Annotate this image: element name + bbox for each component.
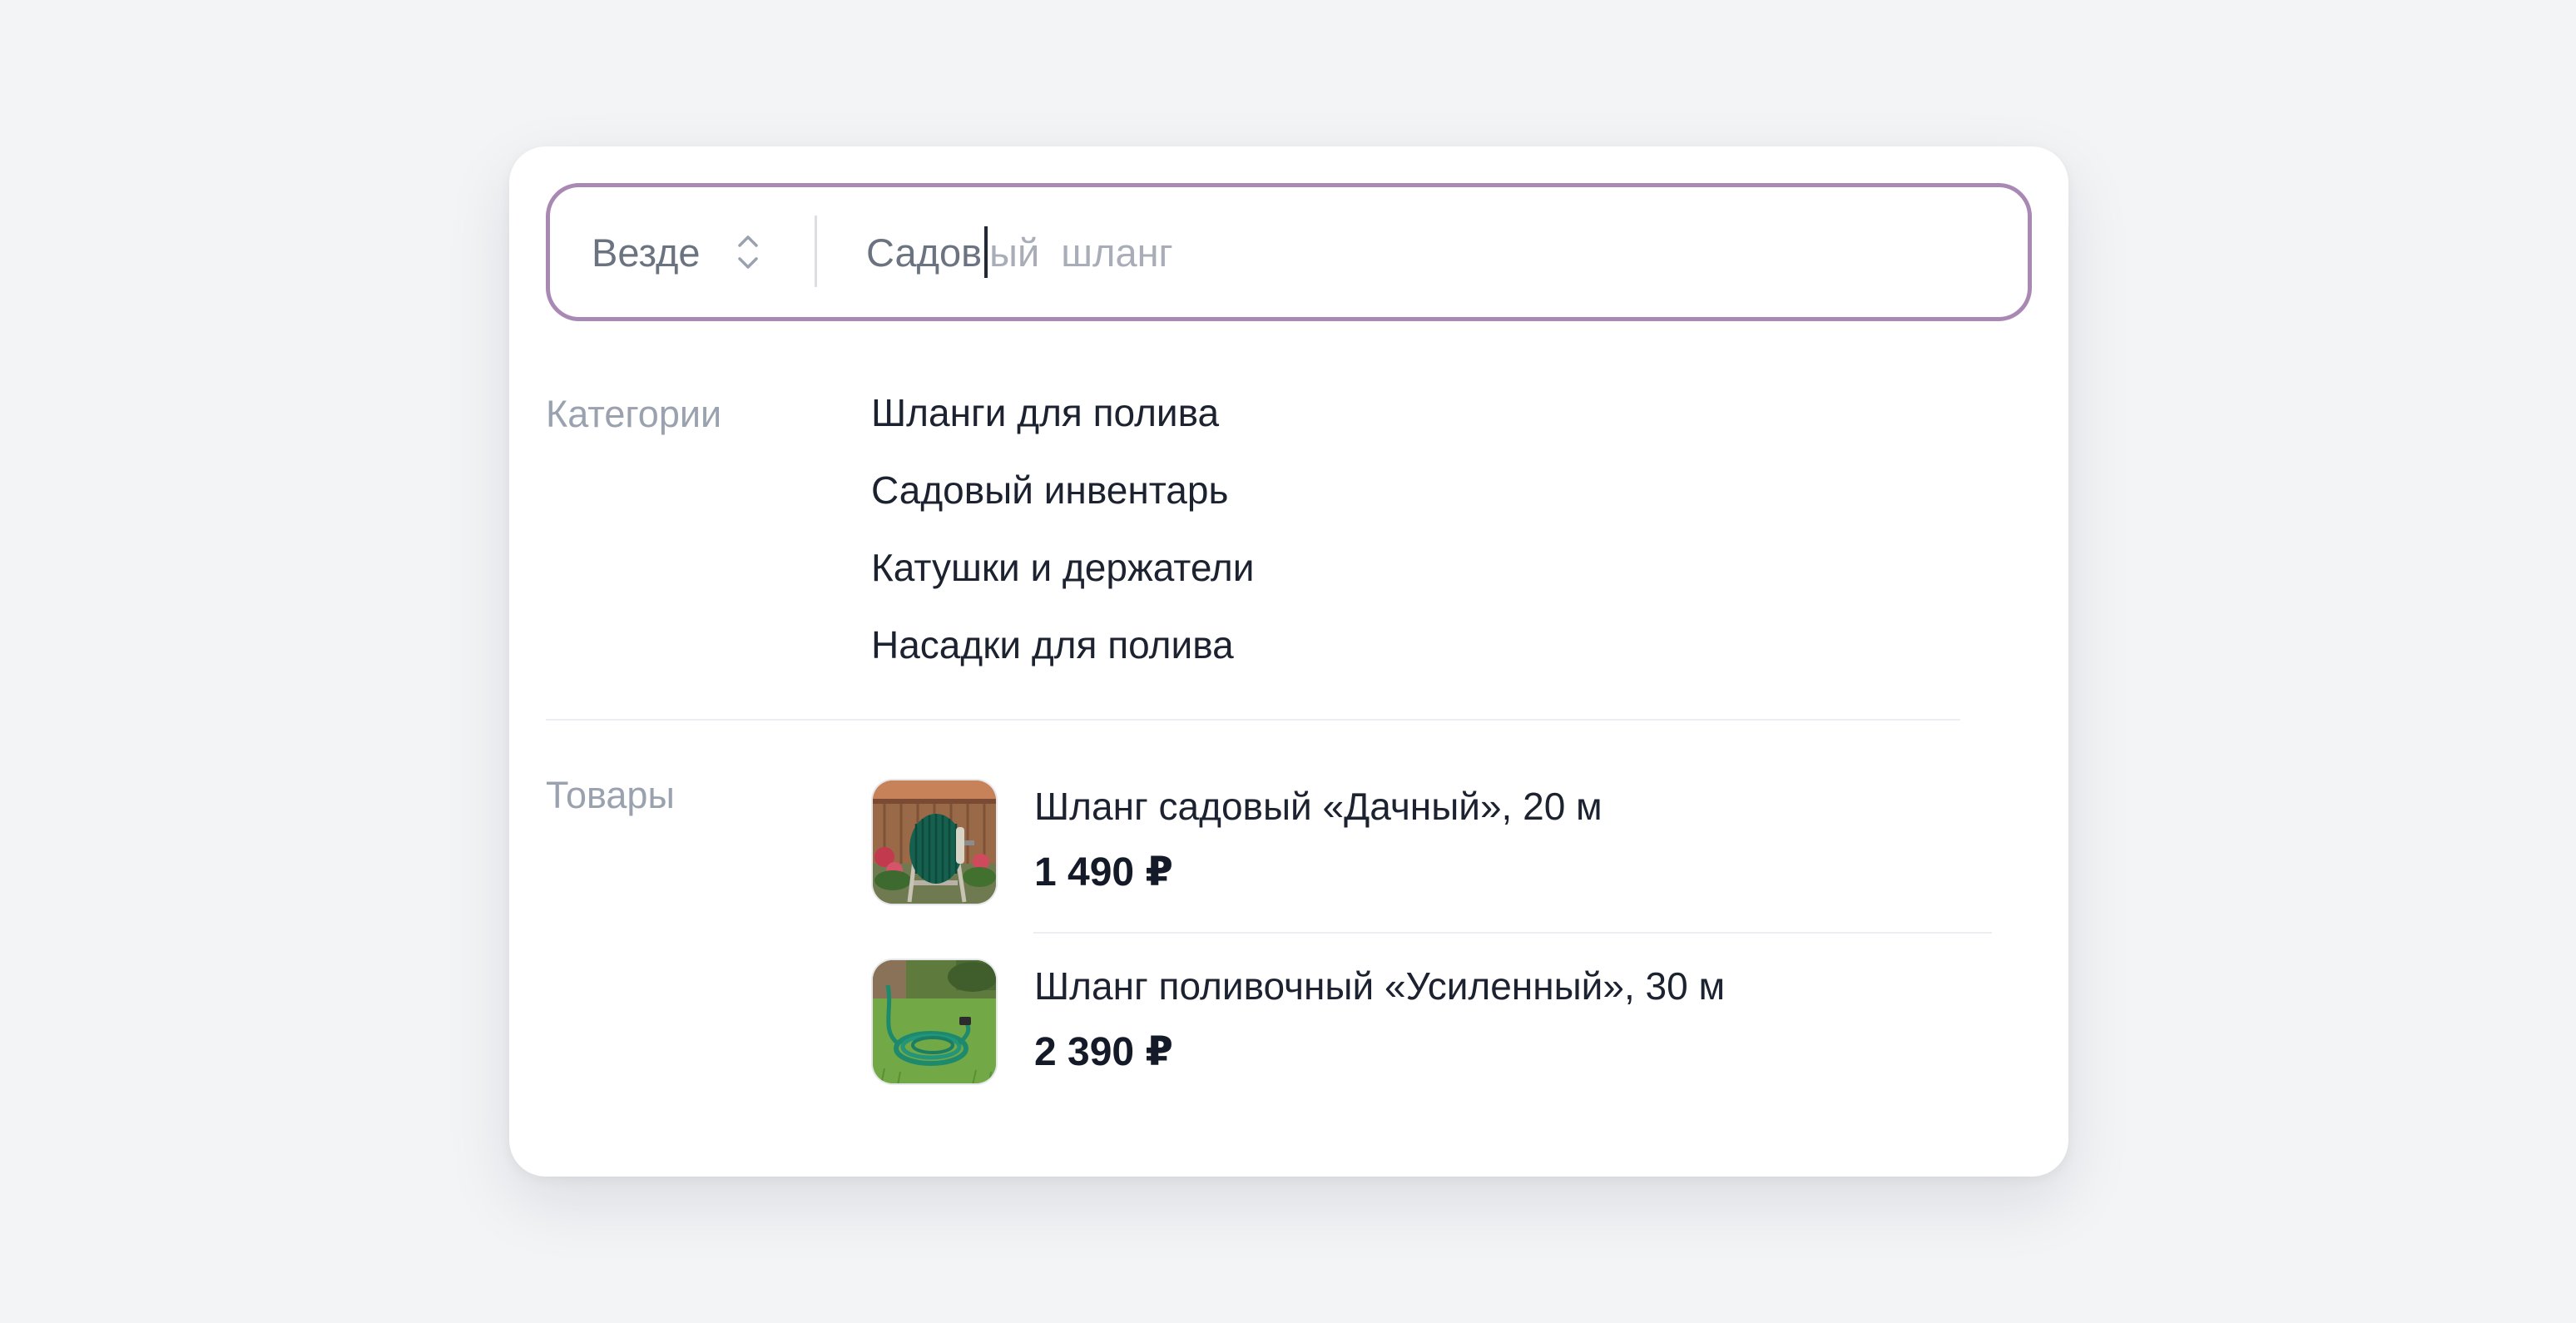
category-item-hoses[interactable]: Шланги для полива xyxy=(871,388,1254,465)
scope-divider xyxy=(815,216,817,287)
products-section-label: Товары xyxy=(546,774,675,816)
search-input[interactable]: Садов ый шланг xyxy=(866,187,1173,317)
search-typed-text: Садов xyxy=(866,230,983,275)
updown-chevron-icon[interactable] xyxy=(733,229,763,275)
product-divider xyxy=(1033,932,1992,934)
hose-on-lawn-image xyxy=(873,960,996,1083)
product-price: 1 490 ₽ xyxy=(1034,850,1173,894)
section-divider xyxy=(546,719,1960,721)
product-price: 2 390 ₽ xyxy=(1034,1030,1173,1074)
category-item-garden-tools[interactable]: Садовый инвентарь xyxy=(871,465,1254,543)
product-title: Шланг поливочный «Усиленный», 30 м xyxy=(1034,964,1726,1008)
product-item[interactable]: Шланг садовый «Дачный», 20 м 1 490 ₽ xyxy=(871,779,1836,912)
text-caret xyxy=(984,226,988,278)
product-item[interactable]: Шланг поливочный «Усиленный», 30 м 2 390… xyxy=(871,959,1836,1092)
scope-selector[interactable]: Везде xyxy=(592,187,701,317)
category-item-reels[interactable]: Катушки и держатели xyxy=(871,543,1254,620)
product-title: Шланг садовый «Дачный», 20 м xyxy=(1034,785,1603,828)
hose-reel-image xyxy=(873,780,996,904)
product-thumbnail xyxy=(871,779,998,905)
scope-label: Везде xyxy=(592,230,701,275)
search-bar[interactable]: Везде Садов ый шланг xyxy=(546,183,2032,321)
categories-section-label: Категории xyxy=(546,393,722,435)
search-autocomplete-suggestion: ый шланг xyxy=(989,230,1173,275)
categories-list: Шланги для полива Садовый инвентарь Кату… xyxy=(871,388,1254,697)
category-item-nozzles[interactable]: Насадки для полива xyxy=(871,620,1254,697)
product-thumbnail xyxy=(871,959,998,1085)
search-dropdown-panel: Везде Садов ый шланг Категории Шланги для… xyxy=(509,146,2068,1177)
